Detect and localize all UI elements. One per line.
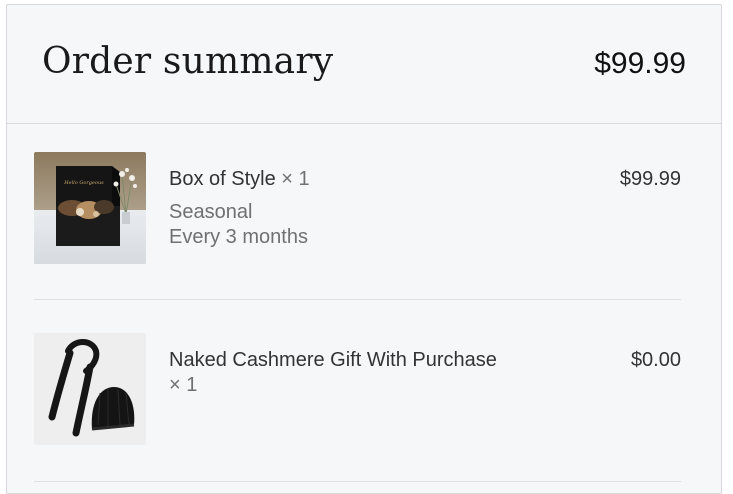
gift-box-product-image: Hello Gorgeous	[34, 152, 146, 264]
item-price: $0.00	[630, 349, 681, 371]
order-summary-header: Order summary $99.99	[7, 5, 721, 124]
item-title: Box of Style	[169, 168, 276, 190]
item-price: $99.99	[619, 168, 681, 190]
item-name: Naked Cashmere Gift With Purchase × 1	[169, 348, 559, 398]
item-detail: Every 3 months	[169, 226, 308, 248]
line-item: Hello Gorgeous Box of Style × 1 Seasonal…	[34, 152, 681, 272]
scarf-and-beanie-product-image	[34, 333, 146, 445]
item-detail: Seasonal	[169, 201, 253, 223]
line-item: Naked Cashmere Gift With Purchase × 1 $0…	[34, 333, 681, 453]
order-total: $99.99	[594, 47, 686, 80]
item-quantity: × 1	[169, 374, 198, 396]
item-quantity: × 1	[281, 168, 310, 190]
divider	[34, 299, 681, 300]
item-title: Naked Cashmere Gift With Purchase	[169, 349, 497, 371]
item-name: Box of Style × 1	[169, 167, 559, 192]
divider	[34, 481, 681, 482]
order-summary-title: Order summary	[42, 41, 334, 82]
box-lid-label: Hello Gorgeous	[63, 180, 104, 186]
